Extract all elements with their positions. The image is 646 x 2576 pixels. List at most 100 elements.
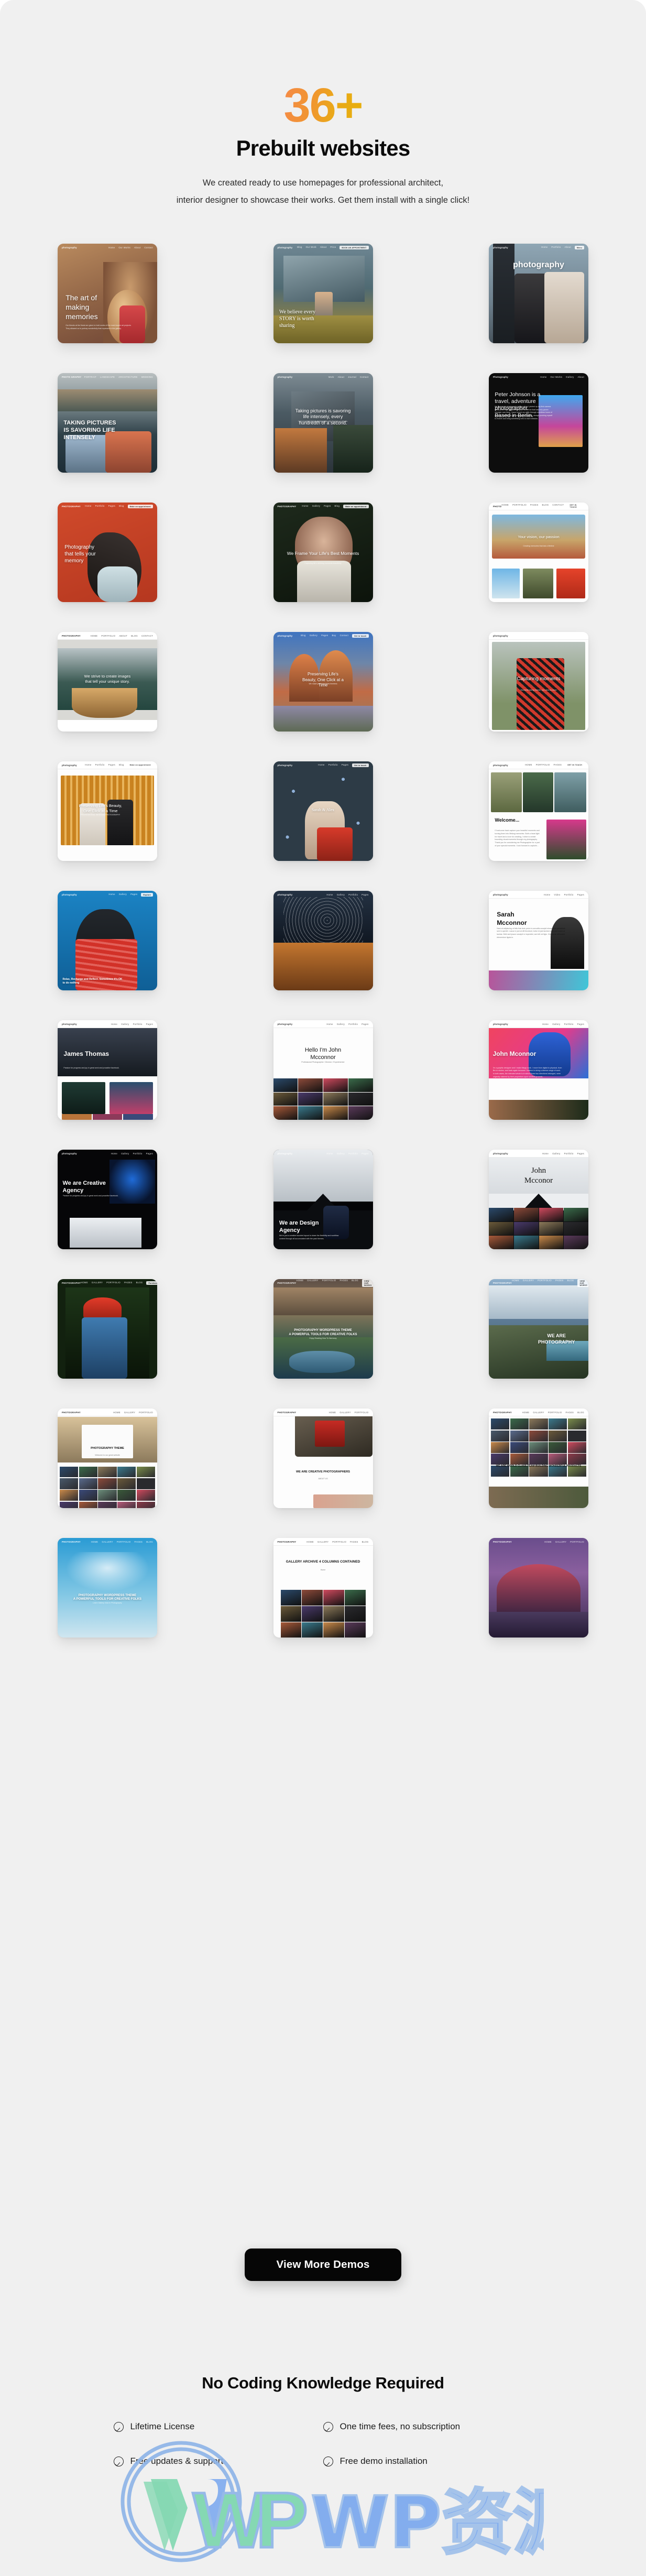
demo-nav[interactable]: HOME GALLERY PORTFOLIO [544,1541,584,1543]
demo-nav-item[interactable]: Our Works [118,246,130,249]
demo-nav[interactable]: Blog Our Work About Price BOOK AN APPOINTMEN… [297,246,369,250]
demo-nav-item[interactable]: Gallery [310,634,317,638]
demo-nav-item[interactable]: Blog [119,505,124,508]
demo-nav[interactable]: HOME PORTFOLIO PAGES BLOG CONTACT GET IN TOUC… [501,503,584,509]
demo-nav[interactable]: Home Portfolio About Menu [541,246,584,250]
demo-nav-item[interactable]: PAGES [350,1541,358,1543]
demo-nav-item[interactable]: Gallery [121,1023,129,1025]
demo-nav[interactable]: Home Portfolio Pages Blog Make an appointmen… [85,763,153,767]
demo-nav-item[interactable]: HOME [512,1279,519,1287]
demo-nav[interactable]: Work About Journal Contact [329,376,369,378]
demo-nav[interactable]: Home Gallery Pages Explore [108,893,153,897]
demo-card[interactable]: photography Home Gallery Portfolio Pages John… [489,1150,588,1250]
demo-nav-item[interactable]: HOME [501,504,509,509]
demo-card[interactable]: PHOTO GRAPHY PORTRAIT LANDSCAPE ARCHITECTUR… [58,373,157,473]
demo-card[interactable]: PHOTOGRAPHY HOME GALLERY PORTFOLIO PAGES BLOG… [58,1279,157,1379]
demo-nav-cta[interactable]: Make an appointment [127,505,153,509]
demo-nav-item[interactable]: Portfolio [348,1152,358,1155]
demo-nav-item[interactable]: Blog [119,763,124,767]
demo-nav-item[interactable]: Portfolio [329,763,338,767]
demo-nav-item[interactable]: Home [326,1152,333,1155]
demo-nav-item[interactable]: PAGES [124,1281,133,1285]
demo-nav-item[interactable]: Pages [362,1152,368,1155]
demo-nav-item[interactable]: Pages [577,1023,584,1025]
demo-nav[interactable]: Home Gallery Portfolio Pages [542,1023,584,1025]
demo-nav-item[interactable]: PORTFOLIO [332,1541,346,1543]
demo-nav-item[interactable]: PAGES [554,763,562,767]
demo-nav-item[interactable]: About [320,246,326,249]
demo-nav-item[interactable]: Price [330,246,336,249]
demo-nav-item[interactable]: Our Works [551,376,563,378]
demo-nav-item[interactable]: BLOG [136,1281,143,1285]
demo-nav-item[interactable]: GALLERY [340,1411,351,1414]
demo-nav-item[interactable]: Portfolio [348,1023,358,1025]
demo-card[interactable]: PHOTOGRAPHY HOME GALLERY PORTFOLIO WE ARE CR… [273,1409,373,1509]
demo-nav-item[interactable]: HOME [91,1541,98,1543]
demo-nav-item[interactable]: Portfolio [95,505,105,508]
demo-nav-item[interactable]: Home [326,893,333,896]
demo-nav-item[interactable]: BLOG [131,635,138,637]
demo-nav-cta[interactable]: Make an appointment [343,505,369,509]
demo-nav-item[interactable]: Blog [297,246,302,249]
demo-nav-item[interactable]: BLOG [577,1411,584,1414]
demo-nav-item[interactable]: BLOG [352,1279,358,1287]
demo-card[interactable]: photography Home Gallery Portfolio Pages John… [489,1020,588,1120]
demo-nav-item[interactable]: Contact [360,376,369,378]
demo-card[interactable]: PHOTOGRAPHY HOME GALLERY PORTFOLIO PAGES BLOG… [58,1538,157,1638]
demo-nav-item[interactable]: Pages [108,505,115,508]
demo-card[interactable]: photography Home Gallery Portfolio Pages We a… [273,1150,373,1250]
demo-card[interactable]: photography Home Portfolio Pages Get in touc… [273,761,373,861]
demo-nav-item[interactable]: PAGES [566,1411,574,1414]
demo-nav-item[interactable]: GALLERY [555,1541,566,1543]
demo-card[interactable]: photography Home Video Portfolio Pages Sarah … [489,891,588,991]
demo-nav-cta[interactable]: Purchase [146,1281,157,1285]
demo-nav[interactable]: HOME GALLERY PORTFOLIO [329,1411,369,1414]
demo-nav-item[interactable]: HOME [544,1541,552,1543]
demo-nav[interactable]: Home Gallery Pages Blog Make an appointment [302,505,369,509]
demo-nav-item[interactable]: About [578,376,584,378]
demo-nav-item[interactable]: Gallery [337,1152,345,1155]
demo-nav-item[interactable]: GALLERY [317,1541,329,1543]
demo-nav-item[interactable]: HOME [297,1279,304,1287]
demo-nav-item[interactable]: Home [108,246,115,249]
demo-nav-cta[interactable]: Menu [574,246,584,250]
demo-nav[interactable]: HOME GALLERY PORTFOLIO PAGES BLOG VIEW OUR WO… [512,1279,588,1287]
demo-nav-item[interactable]: HOME [91,635,98,637]
demo-card[interactable]: PHOTOGRAPHY Home Gallery Pages Blog Make an a… [273,503,373,603]
demo-nav-item[interactable]: Gallery [566,376,574,378]
demo-nav[interactable]: HOME GALLERY PORTFOLIO [113,1411,153,1414]
demo-card[interactable]: photography Home Gallery Portfolio Pages We a… [58,1150,157,1250]
demo-nav-item[interactable]: About [338,376,344,378]
demo-card[interactable]: photography Home Gallery Portfolio Pages [273,891,373,991]
demo-nav-item[interactable]: Home [85,763,91,767]
demo-nav-item[interactable]: About [564,246,571,249]
demo-nav-item[interactable]: Pages [324,505,331,508]
demo-nav-item[interactable]: Pages [130,893,137,897]
demo-nav-item[interactable]: WEDDING [141,376,153,378]
demo-nav-item[interactable]: Home [302,505,308,508]
demo-card[interactable]: photography Home Gallery Portfolio Pages Jame… [58,1020,157,1120]
demo-card[interactable]: photography HOME PORTFOLIO PAGES GET IN TOUC… [489,761,588,861]
demo-nav-cta[interactable]: GET IN TOUCH [567,503,584,509]
demo-nav-item[interactable]: PAGES [530,504,539,509]
demo-nav-item[interactable]: PORTFOLIO [536,763,550,767]
demo-nav[interactable]: HOME PORTFOLIO PAGES GET IN TOUCH [525,763,584,767]
demo-nav-item[interactable]: ARCHITECTURE [118,376,137,378]
demo-nav-item[interactable]: PORTFOLIO [106,1281,121,1285]
demo-nav-item[interactable]: Portfolio [564,1023,574,1025]
demo-nav-item[interactable]: Video [554,893,560,896]
demo-nav-item[interactable]: Buy [332,634,336,638]
demo-nav-item[interactable]: Home [542,1152,549,1155]
demo-nav-item[interactable]: LANDSCAPE [100,376,115,378]
demo-card[interactable]: photography Blog Our Work About Price BOOK AN… [273,244,373,344]
demo-nav[interactable]: Home Video Portfolio Pages [544,893,584,896]
demo-nav-item[interactable]: Journal [348,376,356,378]
demo-nav-item[interactable]: Home [85,505,91,508]
demo-nav-cta[interactable]: GET IN TOUCH [565,763,584,767]
demo-nav-cta[interactable]: Get in touch [352,634,369,638]
demo-nav[interactable]: Home Gallery Portfolio Pages [111,1152,153,1155]
demo-nav-item[interactable]: PORTFOLIO [512,504,527,509]
demo-nav-item[interactable]: HOME [525,763,532,767]
demo-nav-item[interactable]: Work [329,376,334,378]
demo-nav-item[interactable]: Gallery [121,1152,129,1155]
